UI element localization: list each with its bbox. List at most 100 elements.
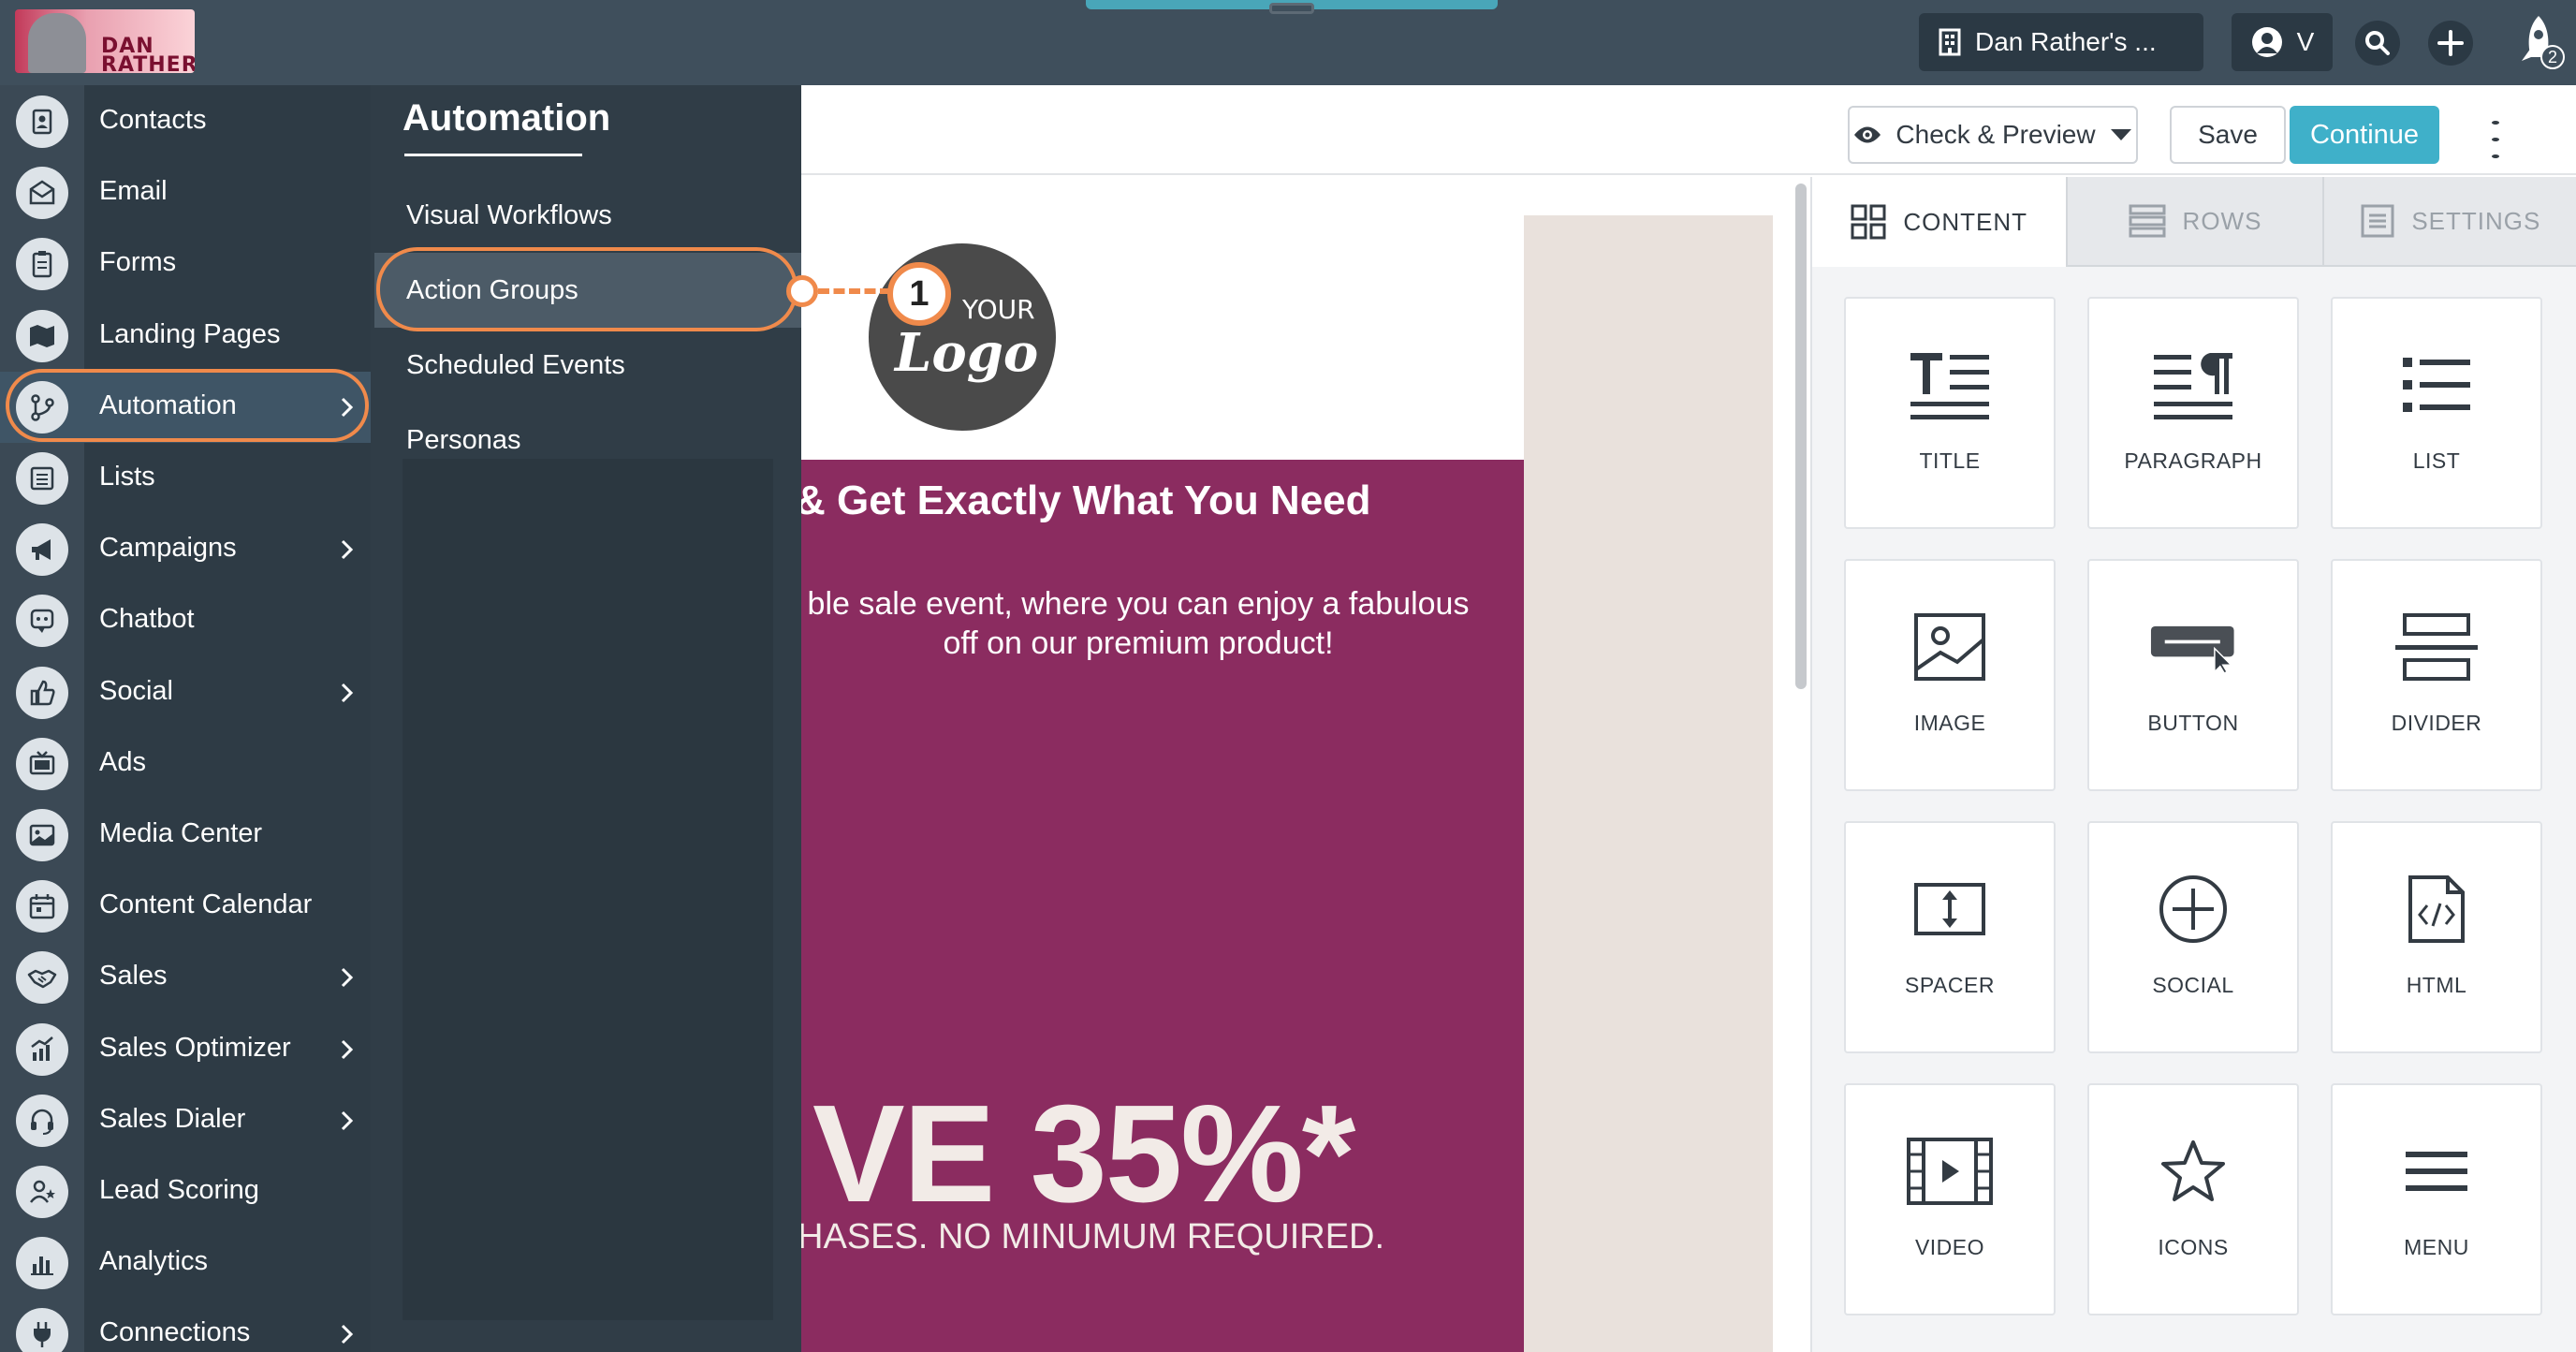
block-button[interactable]: BUTTON	[2087, 559, 2299, 791]
sidebar-item-label: Lists	[99, 462, 155, 492]
sidebar-item-sales-dialer[interactable]: Sales Dialer	[0, 1085, 371, 1156]
block-paragraph[interactable]: PARAGRAPH	[2087, 297, 2299, 529]
hero-intro-text[interactable]: ble sale event, where you can enjoy a fa…	[801, 584, 1475, 663]
sidebar-item-label: Lead Scoring	[99, 1175, 259, 1205]
contacts-icon	[16, 96, 68, 148]
sidebar-item-social[interactable]: Social	[0, 657, 371, 728]
image-icon	[16, 809, 68, 861]
sidebar-item-content-calendar[interactable]: Content Calendar	[0, 871, 371, 942]
thumbs-up-icon	[16, 666, 68, 719]
more-options-button[interactable]	[2486, 121, 2505, 158]
block-html[interactable]: HTML	[2331, 821, 2542, 1053]
block-list-label: LIST	[2412, 448, 2461, 473]
block-button-label: BUTTON	[2147, 711, 2239, 735]
block-divider-label: DIVIDER	[2391, 711, 2482, 735]
check-preview-button[interactable]: Check & Preview	[1848, 106, 2138, 164]
sidebar-item-media-center[interactable]: Media Center	[0, 800, 371, 871]
block-social[interactable]: SOCIAL	[2087, 821, 2299, 1053]
hero-save-banner[interactable]: VE 35%*	[812, 1075, 1355, 1234]
check-preview-label: Check & Preview	[1895, 120, 2096, 149]
block-list[interactable]: LIST	[2331, 297, 2542, 529]
canvas-scrollbar[interactable]	[1795, 184, 1807, 689]
sidebar-item-sales[interactable]: Sales	[0, 942, 371, 1013]
brand-text: DAN RATHER	[101, 35, 195, 74]
button-icon	[2150, 625, 2234, 675]
dot	[2492, 121, 2499, 125]
block-video[interactable]: VIDEO	[1844, 1083, 2056, 1315]
sidebar-item-forms[interactable]: Forms	[0, 228, 371, 300]
sidebar-item-label: Campaigns	[99, 533, 237, 564]
flyout-item-personas[interactable]: Personas	[374, 403, 801, 478]
search-button[interactable]	[2355, 21, 2400, 66]
block-social-label: SOCIAL	[2152, 973, 2234, 997]
chatbot-icon	[16, 595, 68, 648]
html-icon	[2408, 875, 2465, 943]
video-icon	[1907, 1138, 1993, 1205]
settings-list-icon	[2361, 204, 2394, 238]
step-callout-badge: 1	[887, 262, 951, 326]
logo-logo-text: Logo	[895, 322, 1039, 384]
block-image[interactable]: IMAGE	[1844, 559, 2056, 791]
block-icons-label: ICONS	[2158, 1235, 2229, 1259]
block-icons[interactable]: ICONS	[2087, 1083, 2299, 1315]
sidebar-item-contacts[interactable]: Contacts	[0, 86, 371, 157]
block-title-label: TITLE	[1919, 448, 1981, 473]
top-bar: DAN RATHER Dan Rather's ... V 2	[0, 0, 2576, 85]
launch-button[interactable]: 2	[2509, 9, 2569, 75]
block-divider[interactable]: DIVIDER	[2331, 559, 2542, 791]
rows-icon	[2129, 204, 2166, 238]
hero-headline[interactable]: & Get Exactly What You Need	[796, 478, 1371, 524]
hero-save-subtext[interactable]: HASES. NO MINUMUM REQUIRED.	[798, 1217, 1384, 1257]
block-spacer-label: SPACER	[1905, 973, 1995, 997]
megaphone-icon	[16, 523, 68, 577]
continue-button[interactable]: Continue	[2290, 106, 2439, 164]
save-button[interactable]: Save	[2170, 106, 2286, 164]
chevron-right-icon	[333, 1108, 359, 1134]
account-name: Dan Rather's ...	[1975, 27, 2157, 56]
sidebar-item-connections[interactable]: Connections	[0, 1299, 371, 1352]
divider-icon	[2395, 613, 2478, 681]
sidebar-item-lists[interactable]: Lists	[0, 443, 371, 514]
list-icon	[2403, 358, 2470, 412]
sidebar-item-label: Email	[99, 176, 168, 207]
flyout-shadow-area	[402, 459, 773, 1320]
social-icon	[2159, 875, 2227, 943]
block-video-label: VIDEO	[1914, 1235, 1985, 1259]
editor-toolbar: Check & Preview Save Continue	[801, 85, 2576, 175]
grid-icon	[1851, 204, 1886, 240]
tab-content[interactable]: CONTENT	[1812, 177, 2069, 267]
sidebar-item-sales-optimizer[interactable]: Sales Optimizer	[0, 1014, 371, 1085]
sidebar-item-chatbot[interactable]: Chatbot	[0, 585, 371, 656]
dot	[2492, 154, 2499, 158]
sidebar-item-ads[interactable]: Ads	[0, 728, 371, 800]
email-background-strip	[1524, 215, 1773, 1352]
callout-anchor-dot	[786, 275, 818, 307]
tab-settings[interactable]: SETTINGS	[2323, 177, 2576, 267]
star-icon	[2161, 1140, 2225, 1201]
plug-icon	[16, 1308, 68, 1352]
sidebar-item-email[interactable]: Email	[0, 157, 371, 228]
sidebar-item-label: Social	[99, 675, 173, 706]
account-switcher-button[interactable]: Dan Rather's ...	[1919, 13, 2203, 71]
editor-handle-tab[interactable]	[1086, 0, 1498, 14]
handshake-icon	[16, 951, 68, 1005]
sidebar-item-analytics[interactable]: Analytics	[0, 1227, 371, 1299]
sidebar-item-label: Forms	[99, 247, 177, 278]
flyout-item-scheduled-events[interactable]: Scheduled Events	[374, 328, 801, 403]
sidebar-item-lead-scoring[interactable]: Lead Scoring	[0, 1156, 371, 1227]
tab-rows[interactable]: ROWS	[2068, 177, 2324, 267]
sidebar-item-landing-pages[interactable]: Landing Pages	[0, 301, 371, 372]
flyout-item-visual-workflows[interactable]: Visual Workflows	[374, 178, 801, 253]
user-menu-button[interactable]: V	[2232, 13, 2333, 71]
add-button[interactable]	[2428, 21, 2473, 66]
sidebar-item-campaigns[interactable]: Campaigns	[0, 514, 371, 585]
block-menu[interactable]: MENU	[2331, 1083, 2542, 1315]
brand-logo[interactable]: DAN RATHER	[15, 9, 195, 73]
paragraph-icon	[2154, 353, 2232, 419]
image-icon	[1914, 613, 1985, 681]
block-title[interactable]: TITLE	[1844, 297, 2056, 529]
sidebar-item-label: Landing Pages	[99, 318, 281, 349]
sidebar-item-label: Analytics	[99, 1246, 209, 1277]
user-avatar-icon	[2251, 27, 2282, 57]
block-spacer[interactable]: SPACER	[1844, 821, 2056, 1053]
